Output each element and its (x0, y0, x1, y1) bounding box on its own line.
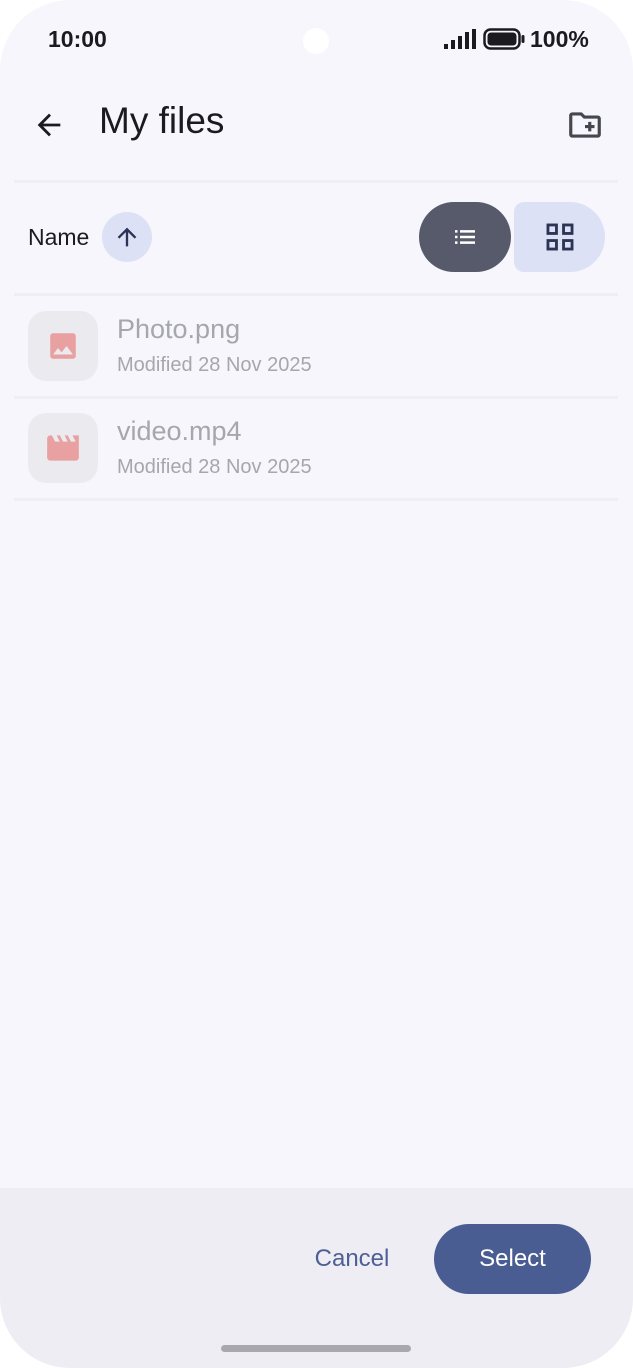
divider (14, 180, 618, 183)
grid-view-icon (546, 223, 573, 251)
page-title: My files (99, 100, 225, 141)
file-row[interactable]: Photo.png Modified 28 Nov 2025 (14, 296, 618, 396)
sort-direction-button[interactable] (102, 212, 152, 262)
movie-clapper-icon (47, 435, 79, 461)
list-view-icon (455, 230, 475, 244)
file-thumbnail (28, 413, 98, 483)
file-modified-date: Modified 28 Nov 2025 (117, 456, 312, 478)
file-name: video.mp4 (117, 416, 242, 446)
grid-view-toggle[interactable] (514, 202, 605, 272)
list-view-toggle[interactable] (419, 202, 511, 272)
select-button[interactable]: Select (434, 1224, 591, 1294)
file-modified-date: Modified 28 Nov 2025 (117, 354, 312, 376)
new-folder-button[interactable] (558, 98, 612, 152)
create-new-folder-icon (569, 112, 601, 138)
battery-percentage: 100% (530, 26, 589, 52)
arrow-back-icon (37, 113, 61, 137)
battery-full-icon (483, 28, 525, 50)
file-row[interactable]: video.mp4 Modified 28 Nov 2025 (14, 398, 618, 498)
divider (14, 498, 618, 501)
file-thumbnail (28, 311, 98, 381)
camera-cutout (303, 28, 329, 54)
home-indicator[interactable] (221, 1345, 411, 1352)
sort-label[interactable]: Name (28, 224, 89, 251)
back-button[interactable] (22, 98, 76, 152)
file-name: Photo.png (117, 314, 241, 344)
cancel-button[interactable]: Cancel (296, 1224, 408, 1294)
status-time: 10:00 (48, 26, 107, 52)
image-icon (50, 333, 76, 359)
status-bar: 10:00 100% (0, 0, 633, 80)
device-screen: 10:00 100% My files Name Photo.png Modif… (0, 0, 633, 1368)
arrow-up-icon (117, 227, 137, 247)
signal-bars-icon (444, 29, 476, 49)
